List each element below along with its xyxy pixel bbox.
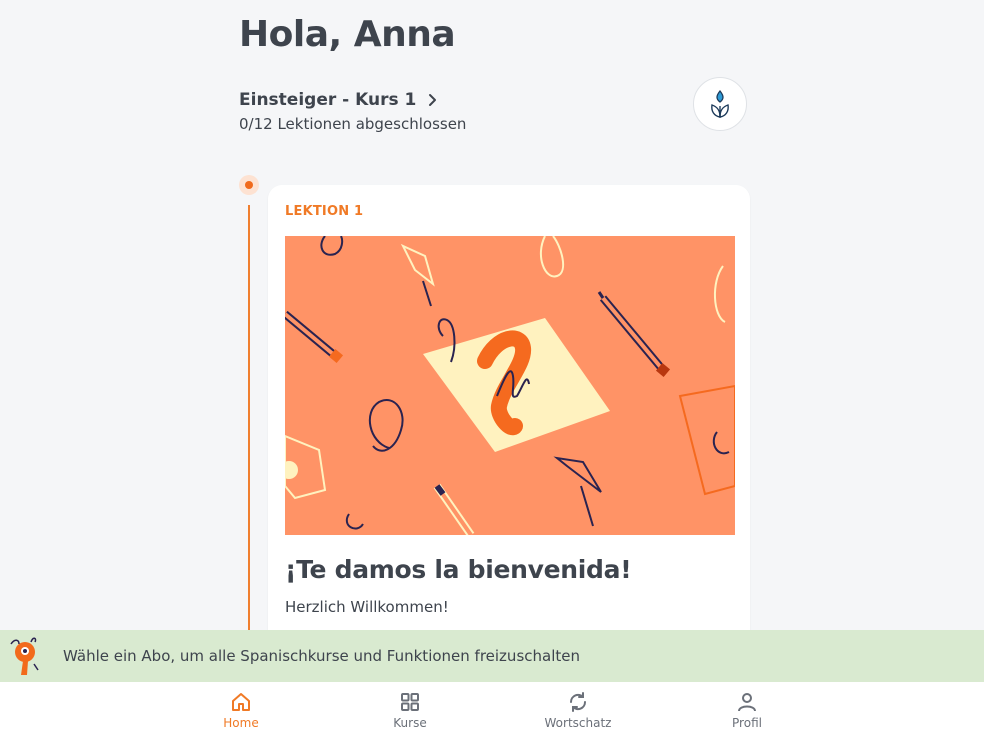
tab-profil[interactable]: Profil xyxy=(702,682,792,738)
level-badge[interactable] xyxy=(693,77,747,131)
tab-home-label: Home xyxy=(223,716,259,730)
lesson-title: ¡Te damos la bienvenida! xyxy=(285,555,632,584)
chevron-right-icon xyxy=(428,93,438,107)
tab-wortschatz[interactable]: Wortschatz xyxy=(533,682,623,738)
bottom-tab-bar: Home Kurse Wortschatz Profil xyxy=(0,682,984,738)
person-icon xyxy=(736,691,758,713)
tab-kurse[interactable]: Kurse xyxy=(365,682,455,738)
course-progress: 0/12 Lektionen abgeschlossen xyxy=(239,115,467,133)
home-icon xyxy=(230,691,252,713)
tab-kurse-label: Kurse xyxy=(393,716,427,730)
promo-text: Wähle ein Abo, um alle Spanischkurse und… xyxy=(63,647,580,665)
tab-profil-label: Profil xyxy=(732,716,762,730)
lesson-card[interactable]: LEKTION 1 ¡Te damos la bienvenida! Herzl… xyxy=(268,185,750,655)
key-mascot-icon xyxy=(7,634,41,682)
timeline-line xyxy=(248,205,250,630)
tab-home[interactable]: Home xyxy=(196,682,286,738)
plant-sprout-icon xyxy=(711,89,729,118)
course-link[interactable]: Einsteiger - Kurs 1 xyxy=(239,90,438,110)
lesson-tag: LEKTION 1 xyxy=(285,204,364,219)
tab-wortschatz-label: Wortschatz xyxy=(544,716,612,730)
lesson-illustration xyxy=(285,236,735,535)
subscription-promo-banner[interactable]: Wähle ein Abo, um alle Spanischkurse und… xyxy=(0,630,984,682)
course-title: Einsteiger - Kurs 1 xyxy=(239,90,417,110)
refresh-icon xyxy=(567,691,589,713)
greeting-heading: Hola, Anna xyxy=(239,14,456,55)
timeline-dot xyxy=(239,175,259,195)
lesson-subtitle: Herzlich Willkommen! xyxy=(285,598,449,616)
grid-icon xyxy=(399,691,421,713)
